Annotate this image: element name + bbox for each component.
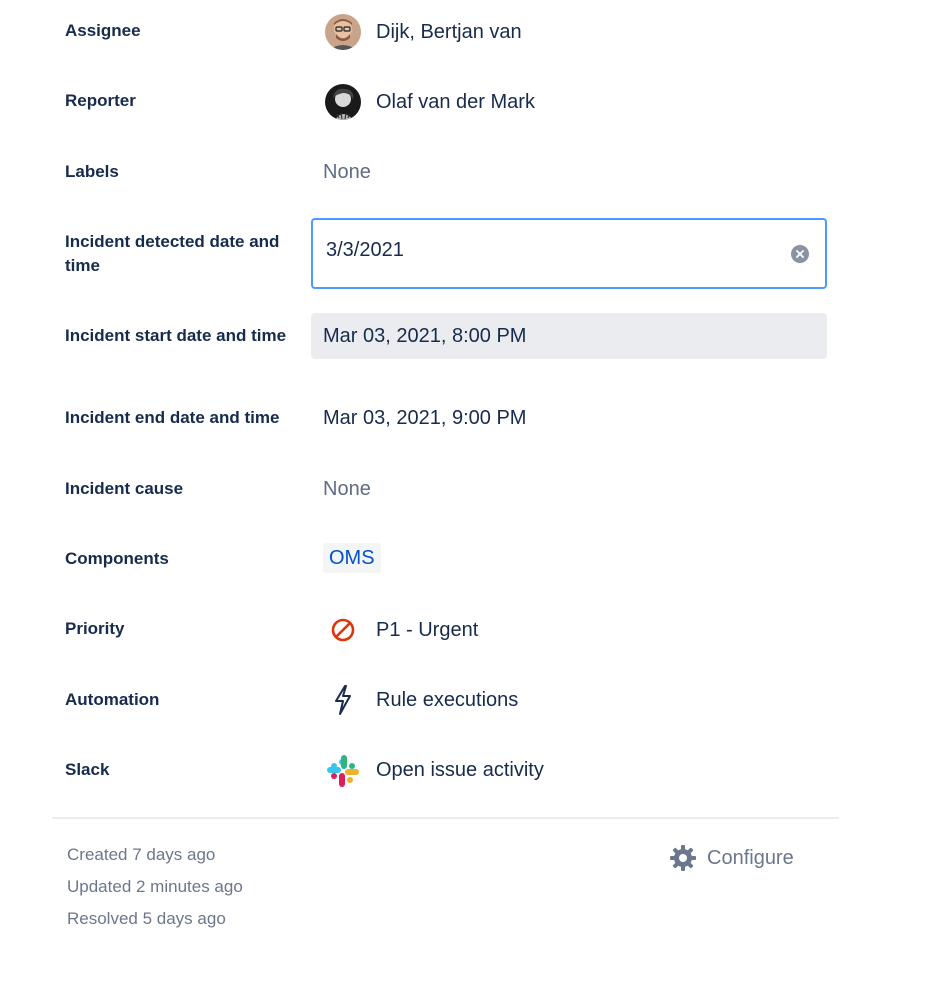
incident-cause-value[interactable]: None — [323, 476, 371, 502]
incident-detected-date-input-container — [311, 218, 827, 289]
reporter-avatar[interactable] — [325, 84, 361, 120]
field-label: Incident cause — [65, 479, 184, 498]
incident-detected-date-input[interactable] — [326, 239, 766, 262]
incident-end-value[interactable]: Mar 03, 2021, 9:00 PM — [323, 405, 526, 431]
field-label: Labels — [65, 162, 119, 181]
slack-icon — [325, 753, 361, 789]
field-label: Automation — [65, 690, 160, 709]
resolved-timestamp: Resolved 5 days ago — [67, 909, 226, 928]
gear-icon — [669, 844, 697, 872]
field-label: Incident end date and time — [65, 408, 280, 427]
incident-start-value-field[interactable]: Mar 03, 2021, 8:00 PM — [311, 313, 827, 359]
automation-rule-executions-link[interactable]: Rule executions — [376, 687, 518, 713]
created-timestamp: Created 7 days ago — [67, 845, 216, 864]
field-label: Incident detected date and time — [65, 232, 280, 275]
configure-label: Configure — [707, 846, 794, 869]
labels-value[interactable]: None — [323, 159, 371, 185]
assignee-name[interactable]: Dijk, Bertjan van — [376, 19, 522, 45]
field-label: Reporter — [65, 91, 136, 110]
incident-start-value: Mar 03, 2021, 8:00 PM — [323, 325, 527, 347]
field-label: Incident start date and time — [65, 326, 287, 345]
field-label: Priority — [65, 619, 125, 638]
field-label: Assignee — [65, 21, 141, 40]
lightning-icon — [325, 682, 361, 718]
field-label: Slack — [65, 760, 110, 779]
divider — [52, 817, 839, 819]
slack-open-issue-activity-link[interactable]: Open issue activity — [376, 757, 544, 783]
updated-timestamp: Updated 2 minutes ago — [67, 877, 243, 896]
field-label: Components — [65, 549, 169, 568]
assignee-avatar[interactable] — [325, 14, 361, 50]
clear-icon[interactable] — [791, 245, 809, 263]
reporter-name[interactable]: Olaf van der Mark — [376, 89, 535, 115]
blocker-icon — [325, 612, 361, 648]
component-oms-link[interactable]: OMS — [323, 543, 381, 573]
configure-button[interactable]: Configure — [669, 843, 794, 873]
priority-value[interactable]: P1 - Urgent — [376, 617, 478, 643]
